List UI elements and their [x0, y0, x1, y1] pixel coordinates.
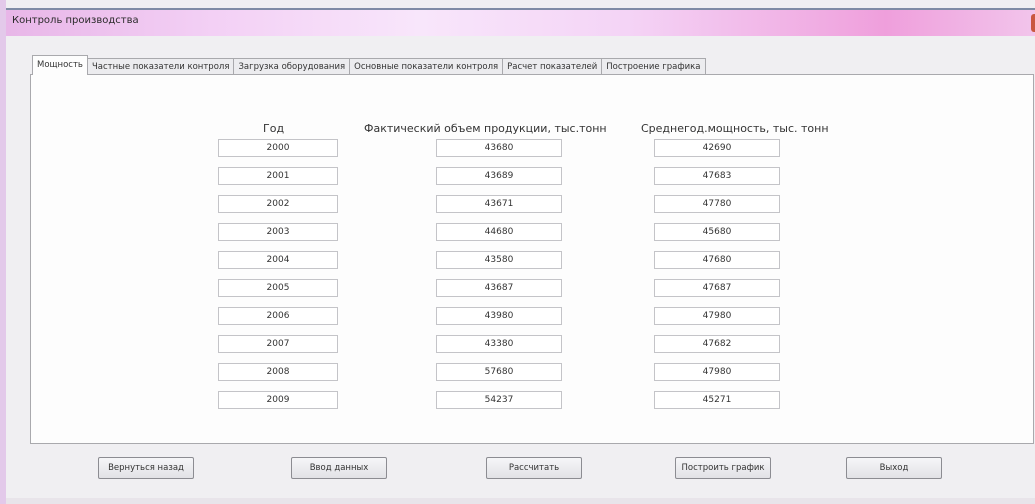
app-window: Контроль производства Мощность Частные п…	[0, 0, 1035, 504]
year-field[interactable]: 2003	[218, 223, 338, 241]
header-year: Год	[263, 122, 285, 135]
header-actual-volume: Фактический объем продукции, тыс.тонн	[364, 122, 607, 135]
year-field[interactable]: 2004	[218, 251, 338, 269]
year-field[interactable]: 2009	[218, 391, 338, 409]
actual-volume-field[interactable]: 57680	[436, 363, 562, 381]
avg-capacity-field[interactable]: 47980	[654, 307, 780, 325]
calculate-button[interactable]: Рассчитать	[486, 457, 582, 479]
tab-partial-indicators[interactable]: Частные показатели контроля	[86, 58, 235, 75]
actual-volume-field[interactable]: 54237	[436, 391, 562, 409]
actual-volume-field[interactable]: 43980	[436, 307, 562, 325]
actual-volume-field[interactable]: 43380	[436, 335, 562, 353]
year-field[interactable]: 2001	[218, 167, 338, 185]
avg-capacity-field[interactable]: 47683	[654, 167, 780, 185]
avg-capacity-field[interactable]: 45271	[654, 391, 780, 409]
header-avg-capacity: Среднегод.мощность, тыс. тонн	[641, 122, 829, 135]
back-button[interactable]: Вернуться назад	[98, 457, 194, 479]
tab-equipment-load[interactable]: Загрузка оборудования	[233, 58, 351, 75]
exit-button[interactable]: Выход	[846, 457, 942, 479]
tab-main-indicators[interactable]: Основные показатели контроля	[349, 58, 504, 75]
close-icon[interactable]	[1031, 14, 1035, 32]
year-field[interactable]: 2008	[218, 363, 338, 381]
year-field[interactable]: 2006	[218, 307, 338, 325]
actual-volume-field[interactable]: 43580	[436, 251, 562, 269]
avg-capacity-field[interactable]: 47687	[654, 279, 780, 297]
avg-capacity-field[interactable]: 45680	[654, 223, 780, 241]
tab-capacity[interactable]: Мощность	[32, 55, 88, 75]
avg-capacity-field[interactable]: 47780	[654, 195, 780, 213]
tab-strip: Мощность Частные показатели контроля Заг…	[32, 55, 706, 75]
title-bar: Контроль производства	[6, 8, 1035, 36]
avg-capacity-field[interactable]: 47980	[654, 363, 780, 381]
actual-volume-field[interactable]: 43689	[436, 167, 562, 185]
avg-capacity-field[interactable]: 47680	[654, 251, 780, 269]
avg-capacity-field[interactable]: 47682	[654, 335, 780, 353]
avg-capacity-field[interactable]: 42690	[654, 139, 780, 157]
tab-calculation[interactable]: Расчет показателей	[502, 58, 603, 75]
actual-volume-field[interactable]: 43671	[436, 195, 562, 213]
year-field[interactable]: 2000	[218, 139, 338, 157]
bottom-edge	[6, 498, 1035, 504]
window-title: Контроль производства	[12, 15, 139, 26]
actual-volume-field[interactable]: 43680	[436, 139, 562, 157]
actual-volume-field[interactable]: 44680	[436, 223, 562, 241]
year-field[interactable]: 2005	[218, 279, 338, 297]
year-field[interactable]: 2007	[218, 335, 338, 353]
plot-chart-button[interactable]: Построить график	[675, 457, 771, 479]
input-data-button[interactable]: Ввод данных	[291, 457, 387, 479]
year-field[interactable]: 2002	[218, 195, 338, 213]
actual-volume-field[interactable]: 43687	[436, 279, 562, 297]
tab-plotting[interactable]: Построение графика	[601, 58, 706, 75]
